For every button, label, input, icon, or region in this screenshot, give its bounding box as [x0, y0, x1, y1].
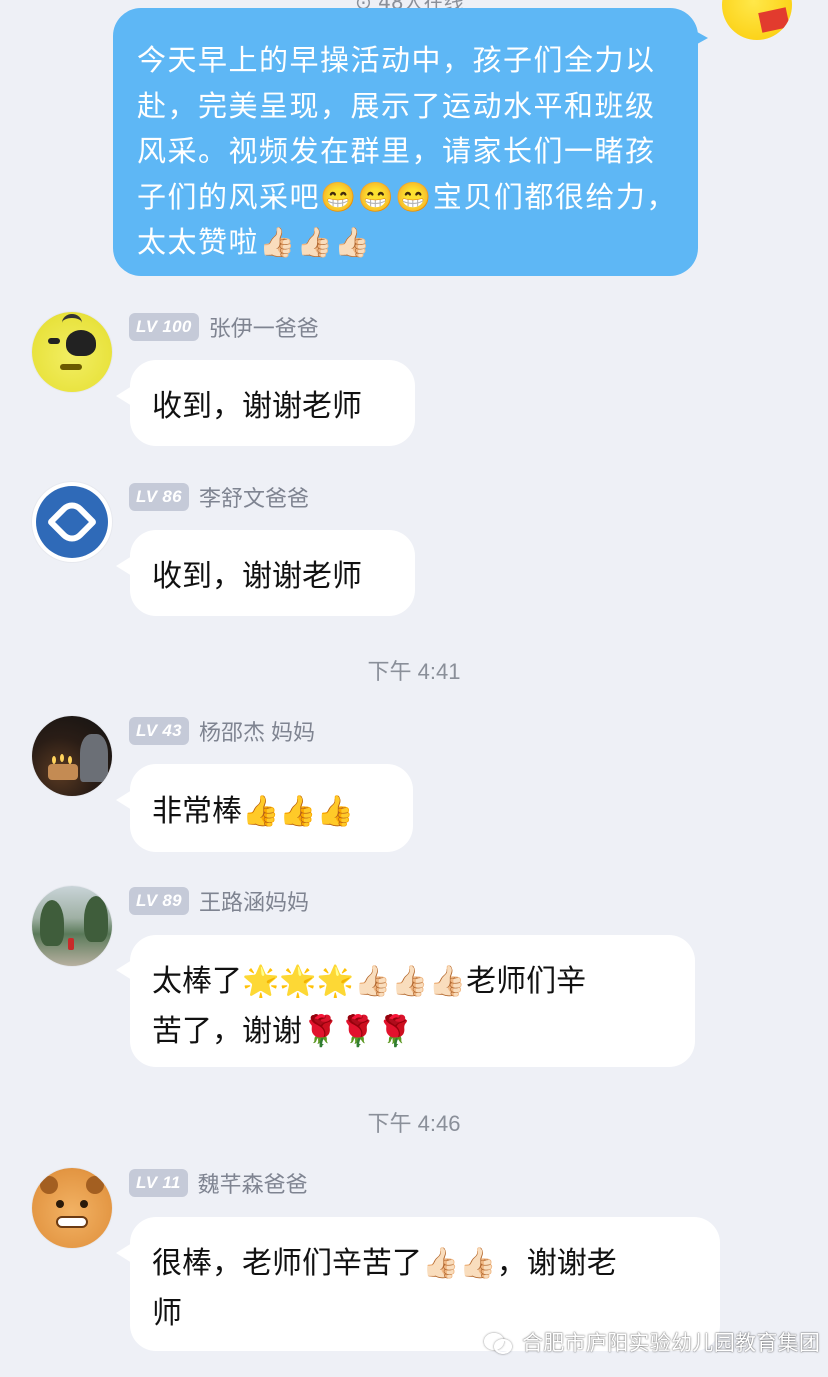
incoming-message-bubble[interactable]: 收到，谢谢老师: [130, 530, 415, 616]
outgoing-bubble-tail: [690, 28, 708, 48]
incoming-message-bubble[interactable]: 收到，谢谢老师: [130, 360, 415, 446]
message-text: 非常棒👍👍👍: [152, 795, 355, 828]
outgoing-message-bubble[interactable]: 今天早上的早操活动中，孩子们全力以赴，完美呈现，展示了运动水平和班级风采。视频发…: [113, 8, 698, 276]
outgoing-message-text: 今天早上的早操活动中，孩子们全力以赴，完美呈现，展示了运动水平和班级风采。视频发…: [137, 43, 677, 259]
message-text-line: 苦了，谢谢🌹🌹🌹: [152, 1015, 415, 1048]
sender-meta: LV 100 张伊一爸爸: [129, 312, 319, 342]
sender-name[interactable]: 杨邵杰 妈妈: [199, 715, 315, 747]
sender-meta: LV 86 李舒文爸爸: [129, 482, 309, 512]
watermark-text: 合肥市庐阳实验幼儿园教育集团: [522, 1332, 821, 1355]
message-text: 收到，谢谢老师: [152, 390, 362, 423]
sender-meta: LV 43 杨邵杰 妈妈: [129, 716, 315, 746]
sender-avatar-birthday-cake[interactable]: [32, 716, 112, 796]
level-badge: LV 89: [129, 887, 189, 915]
timestamp: 下午 4:41: [367, 659, 461, 684]
sender-name[interactable]: 魏芊森爸爸: [198, 1167, 308, 1199]
chat-window[interactable]: ⊙ 48人在线 今天早上的早操活动中，孩子们全力以赴，完美呈现，展示了运动水平和…: [0, 0, 828, 1377]
message-text-line: 很棒，老师们辛苦了👍🏻👍🏻，谢谢老: [152, 1247, 617, 1280]
sender-name[interactable]: 李舒文爸爸: [199, 481, 309, 513]
level-badge: LV 43: [129, 717, 189, 745]
level-badge: LV 100: [129, 313, 199, 341]
sender-meta: LV 11 魏芊森爸爸: [129, 1168, 308, 1198]
incoming-message-bubble[interactable]: 太棒了🌟🌟🌟👍🏻👍🏻👍🏻老师们辛 苦了，谢谢🌹🌹🌹: [130, 935, 695, 1067]
sender-avatar-eyepatch-bird[interactable]: [32, 312, 112, 392]
self-avatar[interactable]: [722, 0, 792, 40]
sender-avatar-park-path[interactable]: [32, 886, 112, 966]
incoming-message-bubble[interactable]: 非常棒👍👍👍: [130, 764, 413, 852]
message-text-line: 太棒了🌟🌟🌟👍🏻👍🏻👍🏻老师们辛: [152, 965, 587, 998]
sender-name[interactable]: 张伊一爸爸: [209, 311, 319, 343]
sender-meta: LV 89 王路涵妈妈: [129, 886, 309, 916]
watermark: 合肥市庐阳实验幼儿园教育集团: [484, 1326, 820, 1358]
sender-name[interactable]: 王路涵妈妈: [199, 885, 309, 917]
sender-avatar-blue-knot[interactable]: [32, 482, 112, 562]
level-badge: LV 11: [129, 1169, 188, 1197]
message-text: 收到，谢谢老师: [152, 560, 362, 593]
avatar-red-accent: [758, 7, 790, 33]
wechat-icon: [484, 1331, 514, 1354]
timestamp: 下午 4:46: [367, 1111, 461, 1136]
sender-avatar-angry-bear[interactable]: [32, 1168, 112, 1248]
level-badge: LV 86: [129, 483, 189, 511]
